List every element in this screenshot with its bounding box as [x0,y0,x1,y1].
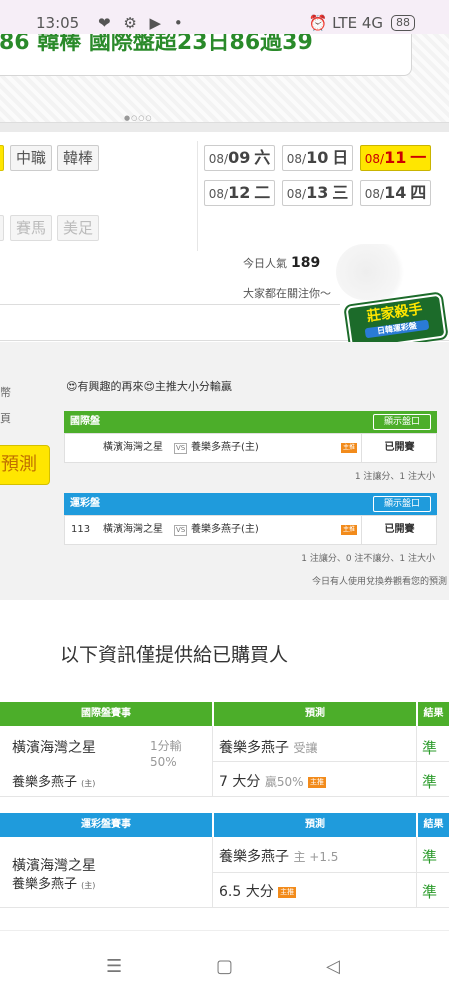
attention-text: 大家都在關注你～ [243,287,331,300]
divider [0,304,340,305]
purchase-notice: 以下資訊僅提供給已購買人 [60,644,289,666]
date-tab-0811[interactable]: 08/11 一 [360,145,431,171]
decoration-splash [336,244,412,300]
main-pick-badge: 主推 [341,443,357,453]
result-header-pred: 預測 [214,813,416,837]
banner-headline: 86 韓棒 國際盤超23日86過39 [0,34,313,55]
league-tab-cpbl[interactable]: 中職 [10,145,53,171]
team-away: 橫濱海灣之星 [12,740,96,756]
table-row[interactable]: 橫濱海灣之星 VS 養樂多燕子(主) 主推 已開賽 [64,433,437,463]
result-correct: 準 [422,739,438,757]
carousel-dots[interactable]: ●○○○ [124,114,152,122]
table-row[interactable]: 113 橫濱海灣之星 VS 養樂多燕子(主) 主推 已開賽 [64,515,437,545]
result-header-res: 結果 [418,702,449,726]
result-header-game: 國際盤賽事 [0,702,212,726]
notification-icons: ❤ ⚙ ▶ • [98,14,187,32]
team-home: 養樂多燕子 (主) [12,877,96,892]
left-label: 幣 [0,386,11,399]
intl-table-header: 國際盤 顯示盤口 [64,411,437,433]
game-status: 已開賽 [361,434,437,462]
odds-text: 1分輸 50% [150,739,182,769]
league-tab-selected[interactable] [0,145,4,171]
banner: 86 韓棒 國際盤超23日86過39 ●○○○ [0,34,449,122]
result-correct: 準 [422,773,438,791]
prediction-2: 7 大分 贏50% 主推 [219,774,326,790]
date-tab-0814[interactable]: 08/14 四 [360,180,431,206]
home-icon[interactable]: ▢ [216,956,233,977]
show-odds-button[interactable]: 顯示盤口 [373,414,431,430]
status-right: ⏰ LTE 4G 88 [309,14,415,32]
result-header-pred: 預測 [214,702,416,726]
vertical-divider [197,141,198,251]
lottery-note: 1 注讓分、0 注不讓分、1 注大小 [301,554,435,564]
back-icon[interactable]: ◁ [326,956,340,977]
team-home: 養樂多燕子 (主) [12,775,96,790]
menu-icon[interactable]: ☰ [106,956,122,977]
team-away: 橫濱海灣之星 [12,858,96,874]
show-odds-button[interactable]: 顯示盤口 [373,496,431,512]
main-pick-badge: 主推 [341,525,357,535]
date-tab-0810[interactable]: 08/10 日 [282,145,353,171]
signal-icons: ⏰ LTE 4G [308,14,383,32]
banner-card[interactable]: 86 韓棒 國際盤超23日86過39 [0,34,412,76]
result-correct: 準 [422,848,438,866]
battery-icon: 88 [391,15,415,31]
left-label: 頁 [0,412,11,425]
prediction-1: 養樂多燕子 主 +1.5 [219,849,339,865]
lottery-table-header: 運彩盤 顯示盤口 [64,493,437,515]
popularity-count: 189 [291,255,321,271]
league-tab-horse[interactable]: 賽馬 [10,215,53,241]
league-tab-nfl[interactable]: 美足 [57,215,100,241]
date-tab-0812[interactable]: 08/12 二 [204,180,275,206]
date-tab-0813[interactable]: 08/13 三 [282,180,353,206]
voucher-note: 今日有人使用兌換券觀看您的預測 [311,577,447,587]
popularity: 今日人氣 189 [243,255,321,271]
intl-note: 1 注讓分、1 注大小 [354,472,435,482]
section-divider [0,122,449,132]
result-correct: 準 [422,883,438,901]
game-status: 已開賽 [361,516,437,544]
clock: 13:05 [36,14,80,32]
prediction-1: 養樂多燕子 受讓 [219,740,318,756]
result-header-game: 運彩盤賽事 [0,813,212,837]
prediction-2: 6.5 大分 主推 [219,884,297,900]
predict-button[interactable]: 預測 [0,445,50,485]
league-tab-kbo[interactable]: 韓棒 [57,145,100,171]
tip-text: 😍有興趣的再來😍主推大小分輸贏 [66,380,232,393]
date-tab-0809[interactable]: 08/09 六 [204,145,275,171]
result-header-res: 結果 [418,813,449,837]
